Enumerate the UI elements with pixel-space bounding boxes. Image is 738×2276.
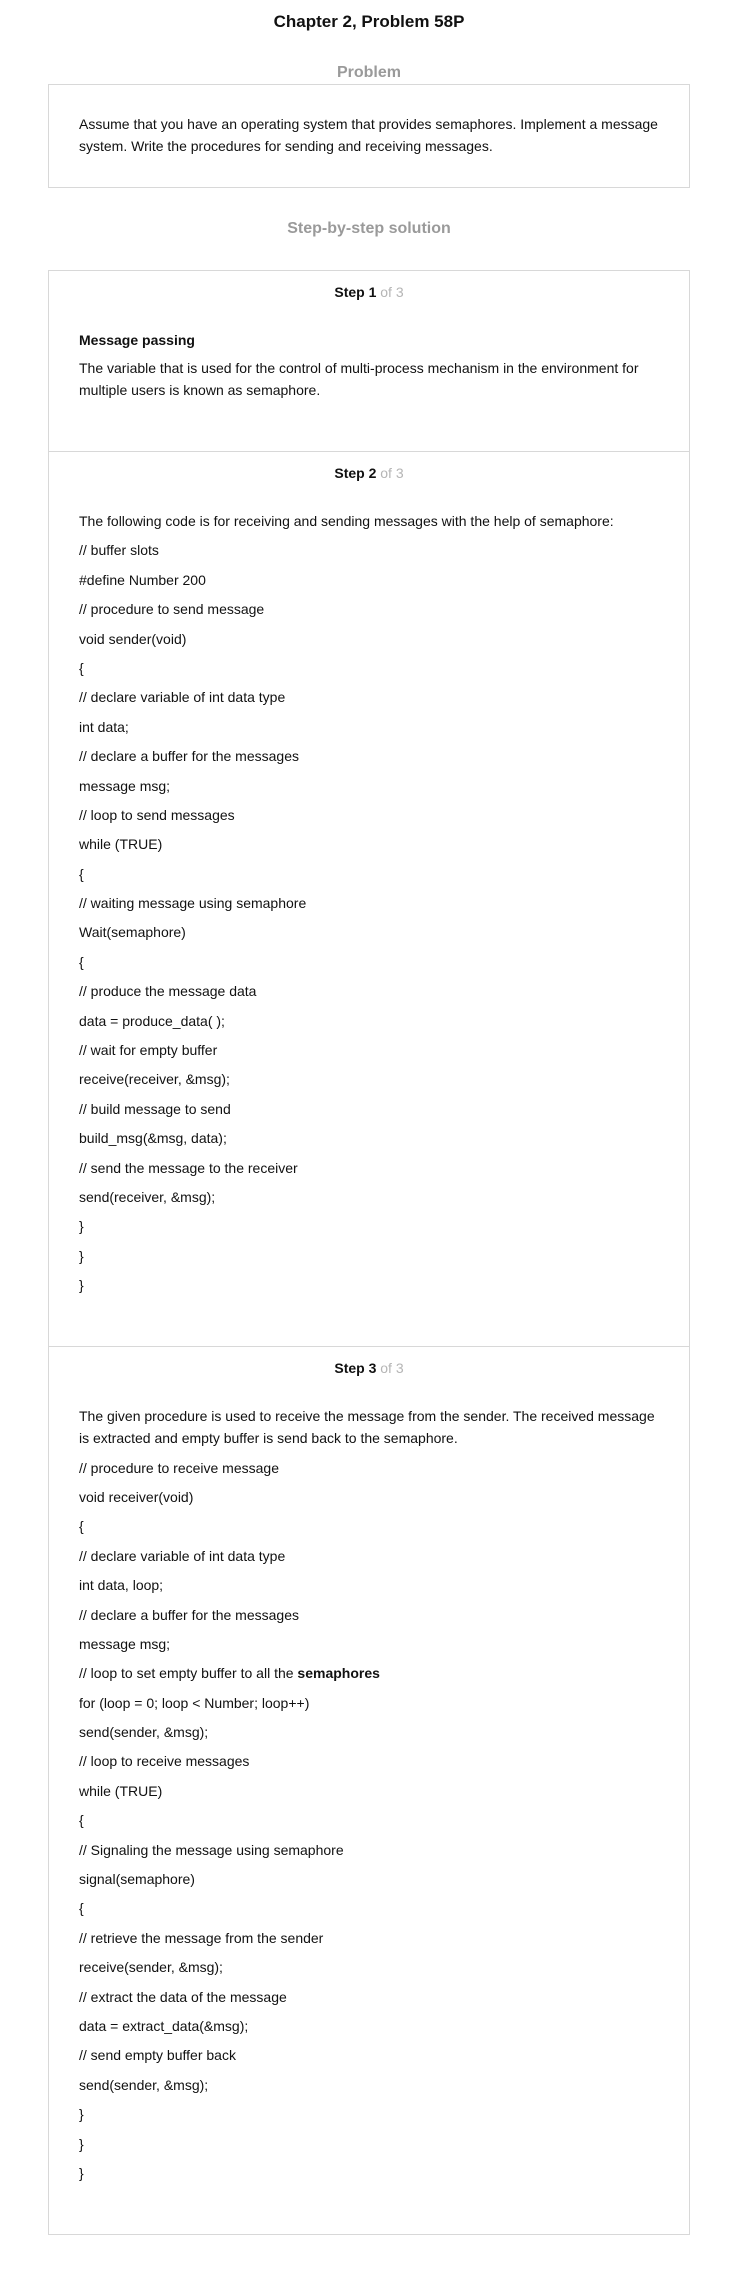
code-line: } [79,1247,84,1264]
code-line: for (loop = 0; loop < Number; loop++) [79,1694,310,1711]
steps-box: Step 1 of 3 Message passing The variable… [48,270,690,2235]
code-line: signal(semaphore) [79,1871,195,1888]
solution-heading: Step-by-step solution [287,220,451,237]
code-line: // procedure to send message [79,601,265,618]
step-text: The variable that is used for the contro… [79,360,639,398]
bold-keyword: semaphores [297,1665,380,1682]
code-line: // waiting message using semaphore [79,895,307,912]
step-1: Step 1 of 3 Message passing The variable… [49,271,689,451]
code-line: while (TRUE) [79,836,163,853]
code-line: // procedure to receive message [79,1459,279,1476]
step-label: Step 2 [334,465,377,481]
code-line: { [79,1518,84,1535]
code-line: // loop to set empty buffer to all the s… [79,1662,659,1684]
step-title: Step 2 of 3 [79,462,659,484]
code-line: // produce the message data [79,983,257,1000]
code-line: build_msg(&msg, data); [79,1130,227,1147]
page-title: Chapter 2, Problem 58P [273,12,465,31]
code-line: receive(sender, &msg); [79,1959,223,1976]
code-line: // declare a buffer for the messages [79,1606,299,1623]
code-line: } [79,2164,84,2181]
code-line: // send empty buffer back [79,2047,236,2064]
solution-page: Chapter 2, Problem 58P Problem Assume th… [0,0,738,2255]
step-text: The following code is for receiving and … [79,513,614,529]
code-line: // Signaling the message using semaphore [79,1841,344,1858]
code-line: send(sender, &msg); [79,2076,209,2093]
code-line: void receiver(void) [79,1488,194,1505]
code-line: // wait for empty buffer [79,1042,218,1059]
step-count: of 3 [376,284,404,300]
code-line: send(receiver, &msg); [79,1188,216,1205]
code-line: void sender(void) [79,630,187,647]
step-heading: Message passing [79,332,195,348]
step-title: Step 3 of 3 [79,1357,659,1379]
code-line: // loop to send messages [79,806,235,823]
code-line: // send the message to the receiver [79,1159,298,1176]
code-line: { [79,1812,84,1829]
code-line: int data, loop; [79,1577,164,1594]
code-line: #define Number 200 [79,571,206,588]
code-line: data = produce_data( ); [79,1012,225,1029]
code-line: // retrieve the message from the sender [79,1929,324,1946]
code-line: // build message to send [79,1100,231,1117]
code-line: // declare variable of int data type [79,689,286,706]
step-count: of 3 [376,465,404,481]
step-count: of 3 [376,1360,404,1377]
step-label: Step 1 [334,284,377,300]
code-line: { [79,1900,84,1917]
code-line: send(sender, &msg); [79,1724,209,1741]
code-line: // loop to receive messages [79,1753,250,1770]
code-line: receive(receiver, &msg); [79,1071,230,1088]
code-line: } [79,1218,84,1235]
code-line: // declare variable of int data type [79,1547,286,1564]
code-line: int data; [79,718,129,735]
code-line: message msg; [79,1635,171,1652]
code-line: // buffer slots [79,542,159,559]
code-line: // declare a buffer for the messages [79,748,299,765]
code-line: message msg; [79,777,171,794]
problem-text: Assume that you have an operating system… [79,116,658,154]
step-2: Step 2 of 3 The following code is for re… [49,451,689,1346]
comment-text: // loop to set empty buffer to all the [79,1665,298,1682]
problem-box: Assume that you have an operating system… [48,84,690,188]
code-line: while (TRUE) [79,1782,163,1799]
step-label: Step 3 [334,1360,377,1377]
code-line: data = extract_data(&msg); [79,2017,249,2034]
step-text: The given procedure is used to receive t… [79,1408,655,1447]
code-line: } [79,2135,84,2152]
problem-heading: Problem [336,64,401,81]
step-title: Step 1 of 3 [79,281,659,303]
code-line: { [79,953,84,970]
code-line: } [79,2106,84,2123]
code-line: // extract the data of the message [79,1988,287,2005]
step-3: Step 3 of 3 The given procedure is used … [49,1346,689,2234]
code-line: Wait(semaphore) [79,924,186,941]
code-line: } [79,1277,84,1294]
code-line: { [79,865,84,882]
code-line: { [79,659,84,676]
